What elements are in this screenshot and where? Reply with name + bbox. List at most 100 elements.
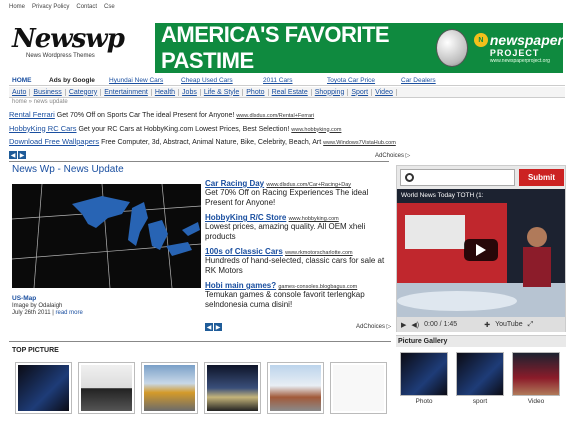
top-nav: HOME Ads by Google Hyundai New Cars Chea…	[9, 76, 565, 86]
expand-icon[interactable]: ✚	[484, 321, 490, 329]
side-ad-title[interactable]: Hobi main games?	[205, 281, 276, 290]
cat-auto[interactable]: Auto	[9, 88, 31, 96]
text-ad-url[interactable]: www.Windows7VistaHub.com	[323, 140, 396, 146]
side-ad: HobbyKing R/C Store www.hobbyking.com Lo…	[205, 213, 395, 242]
top-links: Home Privacy Policy Contact Cse	[9, 4, 122, 10]
cat-life-style[interactable]: Life & Style	[201, 88, 244, 96]
newspaper-project-logo: N newspaper PROJECT www.newspaperproject…	[473, 32, 563, 64]
cat-real-estate[interactable]: Real Estate	[269, 88, 312, 96]
play-icon	[476, 244, 486, 256]
np-project: PROJECT	[489, 48, 540, 58]
text-ad: HobbyKing RC Cars Get your RC Cars at Ho…	[9, 123, 417, 137]
gallery-item-photo[interactable]: Photo	[400, 352, 448, 405]
top-link-privacy[interactable]: Privacy Policy	[32, 4, 69, 10]
news-section-title: News Wp - News Update	[12, 164, 124, 175]
video-controls: ▶ ◀) 0:00 / 1:45 ✚ YouTube ⤢	[397, 317, 565, 332]
us-map-graphic	[12, 184, 201, 288]
side-ad: Car Racing Day www.dlsdus.com/Car+Racing…	[205, 179, 395, 208]
cat-photo[interactable]: Photo	[243, 88, 269, 96]
thumbnail[interactable]	[78, 362, 135, 414]
video-widget: Submit World News Today TOTH (1: ▶ ◀) 0:…	[396, 165, 566, 332]
gallery-label: sport	[472, 398, 488, 405]
gallery-label: Photo	[415, 398, 433, 405]
search-icon	[405, 173, 414, 182]
fullscreen-icon[interactable]: ⤢	[528, 321, 534, 329]
cat-business[interactable]: Business	[30, 88, 66, 96]
side-ad-desc: Lowest prices, amazing quality. All OEM …	[205, 222, 366, 241]
featured-image[interactable]	[12, 184, 201, 288]
category-nav: Auto Business Category Entertainment Hea…	[9, 87, 565, 98]
arrow-right-icon[interactable]: ▶	[18, 151, 26, 159]
news-section-header: News Wp - News Update	[9, 161, 389, 177]
ad-link-hyundai[interactable]: Hyundai New Cars	[109, 77, 181, 84]
gallery-label: Video	[527, 398, 545, 405]
side-ad-desc: Temukan games & console favorit terlengk…	[205, 290, 365, 309]
top-link-cse[interactable]: Cse	[104, 4, 115, 10]
thumbnail[interactable]	[204, 362, 261, 414]
site-logo[interactable]: Newswp News Wordpress Themes	[12, 24, 125, 59]
thumbnail[interactable]	[15, 362, 72, 414]
side-ad: Hobi main games? games-consoles.blogbagu…	[205, 281, 395, 310]
np-badge-icon: N	[473, 33, 488, 47]
youtube-logo[interactable]: YouTube	[495, 321, 523, 328]
video-player[interactable]: World News Today TOTH (1:	[397, 189, 565, 317]
picture-gallery: Picture Gallery Photo sport Video	[396, 335, 566, 429]
text-ad-title[interactable]: Download Free Wallpapers	[9, 137, 99, 146]
cat-health[interactable]: Health	[152, 88, 180, 96]
side-ad-title[interactable]: HobbyKing R/C Store	[205, 213, 286, 222]
volume-icon[interactable]: ◀)	[411, 321, 419, 329]
cat-sport[interactable]: Sport	[348, 88, 373, 96]
featured-title[interactable]: US-Map	[12, 295, 202, 302]
play-button[interactable]	[464, 239, 498, 261]
read-more-link[interactable]: read more	[56, 310, 83, 316]
cat-entertainment[interactable]: Entertainment	[101, 88, 152, 96]
logo-title: Newswp	[12, 24, 125, 54]
top-picture-title: TOP PICTURE	[12, 347, 59, 354]
arrow-left-icon[interactable]: ◀	[205, 323, 213, 331]
adchoices-link[interactable]: AdChoices ▷	[375, 152, 410, 159]
text-ad-url[interactable]: www.hobbyking.com	[291, 127, 341, 133]
thumbnail[interactable]	[141, 362, 198, 414]
arrow-left-icon[interactable]: ◀	[9, 151, 17, 159]
cat-shopping[interactable]: Shopping	[312, 88, 349, 96]
side-ads: Car Racing Day www.dlsdus.com/Car+Racing…	[205, 179, 395, 315]
ad-link-cheap-used[interactable]: Cheap Used Cars	[181, 77, 263, 84]
top-link-home[interactable]: Home	[9, 4, 25, 10]
side-ad-desc: Get 70% Off on Racing Experiences The id…	[205, 188, 369, 207]
text-ad-title[interactable]: Rental Ferrari	[9, 110, 55, 119]
side-ad-desc: Hundreds of hand-selected, classic cars …	[205, 256, 385, 275]
ad-link-dealers[interactable]: Car Dealers	[401, 77, 436, 84]
video-search-input[interactable]	[400, 169, 515, 186]
featured-credit: Image by Odalaigh	[12, 303, 63, 309]
gallery-item-sport[interactable]: sport	[456, 352, 504, 405]
play-control-icon[interactable]: ▶	[401, 321, 406, 329]
featured-date: July 26th 2011	[12, 310, 51, 316]
cat-video[interactable]: Video	[372, 88, 397, 96]
top-link-contact[interactable]: Contact	[76, 4, 97, 10]
np-word: newspaper	[489, 32, 563, 48]
ad-link-2011-cars[interactable]: 2011 Cars	[263, 77, 327, 84]
text-ad: Rental Ferrari Get 70% Off on Sports Car…	[9, 109, 417, 123]
thumbnail[interactable]	[267, 362, 324, 414]
side-ad-title[interactable]: Car Racing Day	[205, 179, 264, 188]
cat-category[interactable]: Category	[66, 88, 102, 96]
cat-jobs[interactable]: Jobs	[179, 88, 201, 96]
text-ads: Rental Ferrari Get 70% Off on Sports Car…	[9, 109, 417, 150]
baseball-icon	[435, 29, 468, 67]
submit-button[interactable]: Submit	[519, 169, 564, 186]
ad-arrows: ◀ ▶	[9, 151, 26, 159]
gallery-title: Picture Gallery	[396, 336, 566, 347]
video-time: 0:00 / 1:45	[424, 321, 458, 328]
text-ad-desc: Free Computer, 3d, Abstract, Animal Natu…	[99, 139, 324, 146]
thumbnail[interactable]	[330, 362, 387, 414]
side-ad-title[interactable]: 100s of Classic Cars	[205, 247, 283, 256]
arrow-right-icon[interactable]: ▶	[214, 323, 222, 331]
banner-ad[interactable]: AMERICA'S FAVORITE PASTIME N newspaper P…	[155, 22, 563, 73]
text-ad-url[interactable]: www.dlsdus.com/Rental+Ferrari	[236, 113, 314, 119]
ad-link-toyota[interactable]: Toyota Car Price	[327, 77, 401, 84]
nav-home[interactable]: HOME	[12, 77, 49, 84]
gallery-item-video[interactable]: Video	[512, 352, 560, 405]
side-ad-arrows: ◀ ▶	[205, 323, 222, 331]
text-ad-title[interactable]: HobbyKing RC Cars	[9, 124, 77, 133]
adchoices-link[interactable]: AdChoices ▷	[356, 323, 391, 330]
